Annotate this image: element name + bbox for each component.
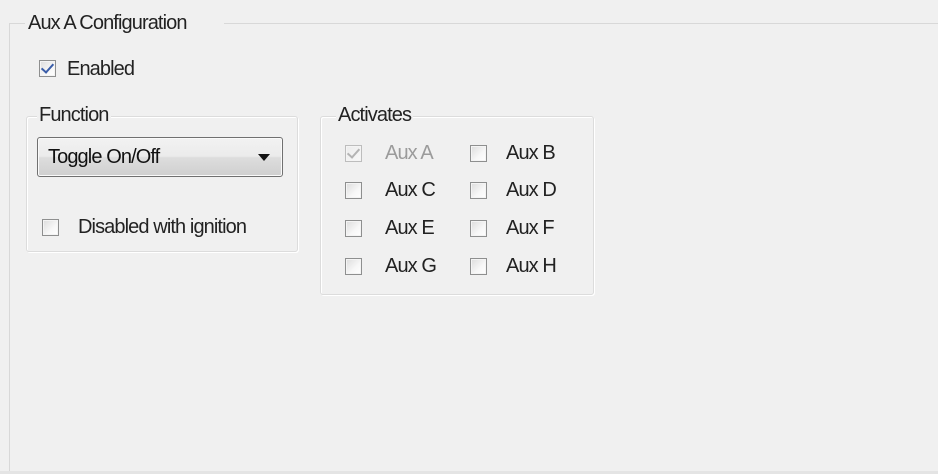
aux-e-checkbox[interactable] — [345, 220, 362, 237]
disabled-with-ignition-checkbox[interactable] — [42, 219, 59, 236]
aux-e-label[interactable]: Aux E — [385, 216, 435, 240]
aux-d-label[interactable]: Aux D — [506, 178, 557, 202]
function-dropdown[interactable]: Toggle On/Off — [37, 137, 283, 177]
aux-f-checkbox[interactable] — [470, 220, 487, 237]
enabled-label[interactable]: Enabled — [67, 57, 135, 81]
enabled-checkbox[interactable] — [39, 60, 56, 77]
aux-a-label: Aux A — [385, 142, 434, 164]
activates-group-title: Activates — [336, 103, 414, 127]
aux-d-checkbox[interactable] — [470, 182, 487, 199]
function-dropdown-value: Toggle On/Off — [48, 146, 160, 168]
groupbox-border — [9, 23, 25, 24]
aux-h-label[interactable]: Aux H — [506, 254, 557, 278]
disabled-with-ignition-label[interactable]: Disabled with ignition — [78, 215, 247, 239]
groupbox-border — [224, 23, 938, 24]
aux-a-checkbox — [345, 145, 362, 162]
groupbox-title: Aux A Configuration — [28, 12, 187, 34]
aux-c-checkbox[interactable] — [345, 182, 362, 199]
groupbox-border — [9, 23, 10, 474]
aux-c-label[interactable]: Aux C — [385, 178, 436, 202]
chevron-down-icon[interactable] — [258, 154, 270, 161]
aux-g-label[interactable]: Aux G — [385, 254, 437, 278]
aux-b-label[interactable]: Aux B — [506, 141, 556, 165]
function-group-title: Function — [37, 103, 111, 127]
aux-b-checkbox[interactable] — [470, 145, 487, 162]
aux-g-checkbox[interactable] — [345, 258, 362, 275]
aux-h-checkbox[interactable] — [470, 258, 487, 275]
aux-f-label[interactable]: Aux F — [506, 216, 555, 240]
